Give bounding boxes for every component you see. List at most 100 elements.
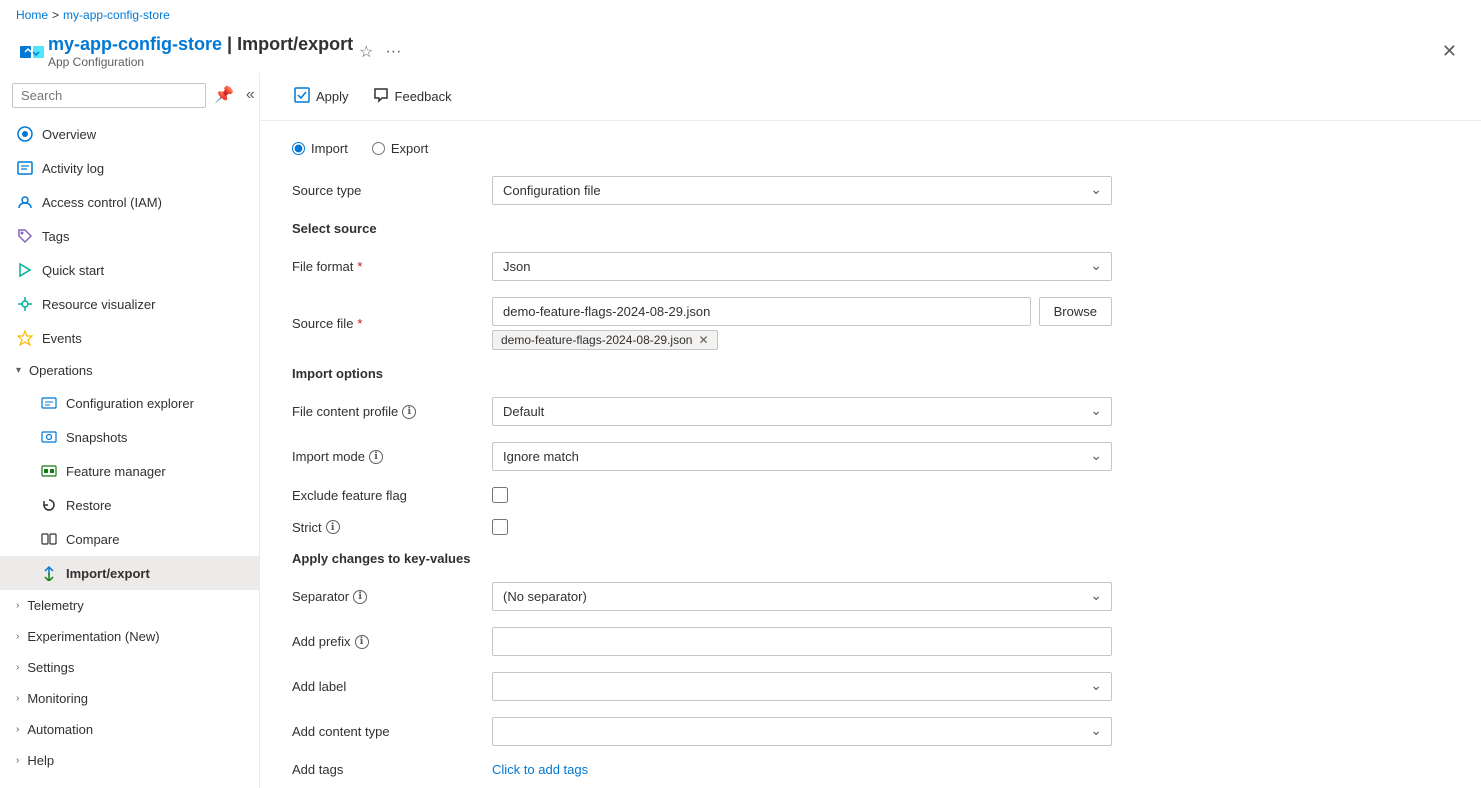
breadcrumb-current[interactable]: my-app-config-store <box>63 8 170 22</box>
exclude-feature-flag-label: Exclude feature flag <box>292 488 492 503</box>
sidebar-item-compare[interactable]: Compare <box>0 522 259 556</box>
sidebar-item-events[interactable]: Events <box>0 321 259 355</box>
page-title: my-app-config-store | Import/export <box>48 34 353 55</box>
add-prefix-info[interactable]: ℹ <box>355 635 369 649</box>
strict-info[interactable]: ℹ <box>326 520 340 534</box>
sidebar-item-access-control[interactable]: Access control (IAM) <box>0 185 259 219</box>
exclude-feature-flag-row: Exclude feature flag <box>292 487 1449 503</box>
exclude-feature-flag-checkbox[interactable] <box>492 487 508 503</box>
compare-icon <box>40 530 58 548</box>
add-content-type-label: Add content type <box>292 724 492 739</box>
add-content-type-select[interactable] <box>492 717 1112 746</box>
file-format-select[interactable]: Json Yaml Properties <box>492 252 1112 281</box>
breadcrumb-home[interactable]: Home <box>16 8 48 22</box>
sidebar-label-resource-visualizer: Resource visualizer <box>42 297 155 312</box>
sidebar-label-config-explorer: Configuration explorer <box>66 396 194 411</box>
file-format-req: * <box>357 259 362 274</box>
apply-button[interactable]: Apply <box>284 81 359 112</box>
feedback-icon <box>373 87 389 106</box>
page-name-separator: | <box>227 34 237 54</box>
form-area: Import Export Source type Configuration … <box>260 121 1481 788</box>
automation-chevron <box>16 724 19 735</box>
toolbar: Apply Feedback <box>260 73 1481 121</box>
file-content-profile-info[interactable]: ℹ <box>402 405 416 419</box>
help-section[interactable]: Help <box>0 745 259 776</box>
add-content-type-wrapper <box>492 717 1112 746</box>
sidebar-item-overview[interactable]: Overview <box>0 117 259 151</box>
sidebar-item-snapshots[interactable]: Snapshots <box>0 420 259 454</box>
import-radio[interactable] <box>292 142 305 155</box>
file-input-row: Browse <box>492 297 1112 326</box>
settings-chevron <box>16 662 19 673</box>
add-tags-link[interactable]: Click to add tags <box>492 762 588 777</box>
close-button[interactable]: ✕ <box>1434 37 1465 66</box>
add-prefix-input[interactable] <box>492 627 1112 656</box>
strict-checkbox[interactable] <box>492 519 508 535</box>
export-radio-label[interactable]: Export <box>372 141 429 156</box>
sidebar-item-feature-manager[interactable]: Feature manager <box>0 454 259 488</box>
operations-chevron <box>16 365 21 376</box>
sidebar-item-quick-start[interactable]: Quick start <box>0 253 259 287</box>
browse-button[interactable]: Browse <box>1039 297 1112 326</box>
file-tag: demo-feature-flags-2024-08-29.json ✕ <box>492 330 718 350</box>
separator-wrapper: (No separator) . / : <box>492 582 1112 611</box>
add-tags-label: Add tags <box>292 762 492 777</box>
search-input[interactable] <box>12 83 206 108</box>
sidebar-pin-button[interactable]: 📌 <box>210 81 238 109</box>
sidebar-item-resource-visualizer[interactable]: Resource visualizer <box>0 287 259 321</box>
import-mode-info[interactable]: ℹ <box>369 450 383 464</box>
import-mode-select[interactable]: Ignore match All <box>492 442 1112 471</box>
sidebar-label-quick-start: Quick start <box>42 263 104 278</box>
monitoring-section[interactable]: Monitoring <box>0 683 259 714</box>
sidebar-item-tags[interactable]: Tags <box>0 219 259 253</box>
import-radio-label[interactable]: Import <box>292 141 348 156</box>
telemetry-chevron <box>16 600 19 611</box>
content-area: Apply Feedback Import Export <box>260 73 1481 788</box>
source-file-control: Browse demo-feature-flags-2024-08-29.jso… <box>492 297 1112 350</box>
select-source-label: Select source <box>292 221 492 236</box>
import-options-label: Import options <box>292 366 492 381</box>
sidebar: 📌 « Overview Activity log Access control… <box>0 73 260 788</box>
more-options-button[interactable]: ··· <box>379 39 407 65</box>
experimentation-label: Experimentation (New) <box>27 629 159 644</box>
add-label-wrapper <box>492 672 1112 701</box>
resource-visualizer-icon <box>16 295 34 313</box>
sidebar-item-import-export[interactable]: Import/export <box>0 556 259 590</box>
experimentation-section[interactable]: Experimentation (New) <box>0 621 259 652</box>
monitoring-label: Monitoring <box>27 691 88 706</box>
sidebar-item-activity-log[interactable]: Activity log <box>0 151 259 185</box>
select-source-row: Select source <box>292 221 1449 236</box>
file-content-profile-select[interactable]: Default KVSet <box>492 397 1112 426</box>
resource-name: my-app-config-store <box>48 34 222 54</box>
snapshots-icon <box>40 428 58 446</box>
breadcrumb-separator: > <box>52 8 59 22</box>
add-label-row: Add label <box>292 672 1449 701</box>
source-type-select[interactable]: Configuration file App Configuration App… <box>492 176 1112 205</box>
add-label-select[interactable] <box>492 672 1112 701</box>
import-mode-wrapper: Ignore match All <box>492 442 1112 471</box>
add-tags-control: Click to add tags <box>492 762 1112 777</box>
operations-label: Operations <box>29 363 93 378</box>
app-icon <box>16 36 48 68</box>
operations-section[interactable]: Operations <box>0 355 259 386</box>
telemetry-section[interactable]: Telemetry <box>0 590 259 621</box>
add-tags-row: Add tags Click to add tags <box>292 762 1449 777</box>
export-radio[interactable] <box>372 142 385 155</box>
sidebar-item-restore[interactable]: Restore <box>0 488 259 522</box>
automation-section[interactable]: Automation <box>0 714 259 745</box>
import-options-row: Import options <box>292 366 1449 381</box>
separator-select[interactable]: (No separator) . / : <box>492 582 1112 611</box>
separator-info[interactable]: ℹ <box>353 590 367 604</box>
sidebar-label-events: Events <box>42 331 82 346</box>
search-row: 📌 « <box>0 73 259 117</box>
tags-icon <box>16 227 34 245</box>
config-explorer-icon <box>40 394 58 412</box>
source-file-input[interactable] <box>492 297 1031 326</box>
favorite-button[interactable]: ☆ <box>353 38 379 66</box>
sidebar-item-configuration-explorer[interactable]: Configuration explorer <box>0 386 259 420</box>
feedback-button[interactable]: Feedback <box>363 81 462 112</box>
import-export-radio-group: Import Export <box>292 141 1449 156</box>
file-tag-close[interactable]: ✕ <box>698 333 708 347</box>
settings-section[interactable]: Settings <box>0 652 259 683</box>
sidebar-collapse-button[interactable]: « <box>242 81 259 109</box>
